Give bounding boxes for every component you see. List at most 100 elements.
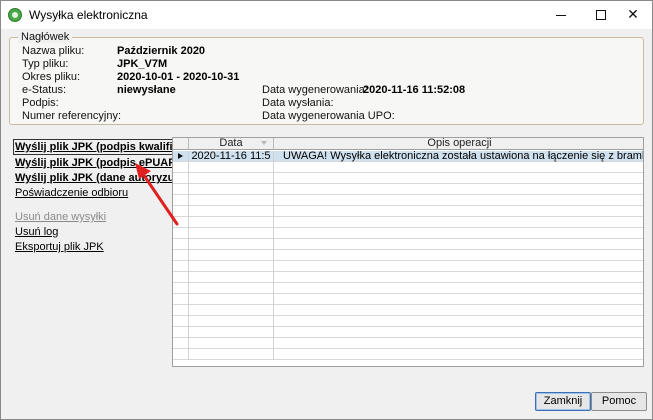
description-cell — [274, 305, 643, 316]
empty-table-row[interactable] — [173, 316, 643, 327]
description-cell — [274, 349, 643, 360]
close-button[interactable]: Zamknij — [535, 392, 591, 411]
file-type-value: JPK_V7M — [117, 58, 168, 70]
description-cell — [274, 261, 643, 272]
date-cell — [189, 283, 274, 294]
date-cell — [189, 195, 274, 206]
empty-table-row[interactable] — [173, 305, 643, 316]
date-cell — [189, 228, 274, 239]
header-legend: Nagłówek — [18, 31, 73, 43]
description-cell — [274, 250, 643, 261]
help-button[interactable]: Pomoc — [591, 392, 647, 411]
description-cell — [274, 228, 643, 239]
date-cell — [189, 162, 274, 173]
row-indicator-cell — [173, 272, 189, 283]
empty-table-row[interactable] — [173, 184, 643, 195]
empty-table-row[interactable] — [173, 338, 643, 349]
empty-table-row[interactable] — [173, 283, 643, 294]
description-cell — [274, 338, 643, 349]
row-indicator-cell — [173, 239, 189, 250]
annotation-arrow — [135, 163, 179, 226]
date-cell — [189, 294, 274, 305]
date-cell — [189, 338, 274, 349]
description-cell — [274, 206, 643, 217]
row-indicator-cell — [173, 316, 189, 327]
date-cell — [189, 206, 274, 217]
close-window-button[interactable]: ✕ — [613, 1, 653, 28]
export-jpk-link[interactable]: Eksportuj plik JPK — [15, 241, 104, 253]
empty-table-row[interactable] — [173, 250, 643, 261]
row-indicator-header — [173, 138, 189, 150]
empty-table-row[interactable] — [173, 173, 643, 184]
operations-grid[interactable]: Data Opis operacji 2020-11-16 11:5 UWAGA!… — [172, 137, 644, 367]
generated-date-value: 2020-11-16 11:52:08 — [363, 84, 466, 96]
file-period-label: Okres pliku: — [22, 71, 81, 83]
empty-table-row[interactable] — [173, 228, 643, 239]
empty-table-row[interactable] — [173, 206, 643, 217]
description-cell: UWAGA! Wysyłka elektroniczna została ust… — [283, 151, 643, 162]
description-cell — [274, 217, 643, 228]
annotation-arrow-shaft — [141, 172, 179, 226]
column-header-opis[interactable]: Opis operacji — [274, 138, 643, 150]
row-indicator-cell — [173, 305, 189, 316]
delete-shipment-data-link: Usuń dane wysyłki — [15, 211, 107, 223]
empty-table-row[interactable] — [173, 195, 643, 206]
maximize-icon — [596, 9, 606, 20]
window-title: Wysyłka elektroniczna — [29, 8, 148, 22]
generated-date-label: Data wygenerowania: — [262, 84, 368, 96]
current-row-icon — [178, 153, 183, 159]
description-cell — [274, 283, 643, 294]
row-indicator-cell — [173, 283, 189, 294]
date-cell — [189, 316, 274, 327]
description-cell — [274, 294, 643, 305]
description-cell — [274, 195, 643, 206]
description-cell — [274, 327, 643, 338]
description-cell — [274, 184, 643, 195]
date-cell — [189, 261, 274, 272]
file-period-value: 2020-10-01 - 2020-10-31 — [117, 71, 240, 83]
date-cell — [189, 184, 274, 195]
file-type-label: Typ pliku: — [22, 58, 69, 70]
date-cell — [189, 272, 274, 283]
row-indicator-cell — [173, 261, 189, 272]
receipt-confirmation-link[interactable]: Poświadczenie odbioru — [15, 187, 128, 199]
empty-table-row[interactable] — [173, 162, 643, 173]
estatus-label: e-Status: — [22, 84, 67, 96]
sort-icon — [261, 141, 267, 145]
description-cell — [274, 272, 643, 283]
dialog-window: Wysyłka elektroniczna ✕ Nagłówek Nazwa p… — [0, 0, 653, 420]
row-indicator-cell — [173, 294, 189, 305]
close-icon: ✕ — [627, 6, 639, 22]
empty-table-row[interactable] — [173, 327, 643, 338]
date-cell — [189, 173, 274, 184]
signature-label: Podpis: — [22, 97, 59, 109]
file-name-value: Październik 2020 — [117, 45, 206, 57]
empty-table-row[interactable] — [173, 349, 643, 360]
file-name-label: Nazwa pliku: — [22, 45, 85, 57]
upo-date-label: Data wygenerowania UPO: — [262, 110, 395, 122]
date-cell — [189, 327, 274, 338]
date-cell — [189, 239, 274, 250]
empty-table-row[interactable] — [173, 217, 643, 228]
description-cell — [274, 173, 643, 184]
minimize-button[interactable] — [541, 1, 581, 28]
table-row[interactable]: 2020-11-16 11:5 UWAGA! Wysyłka elektronic… — [173, 151, 643, 162]
delete-log-link[interactable]: Usuń log — [15, 226, 58, 238]
empty-table-row[interactable] — [173, 239, 643, 250]
date-cell — [189, 349, 274, 360]
header-group: Nagłówek Nazwa pliku: Październik 2020 T… — [9, 31, 644, 125]
grid-header: Data Opis operacji — [173, 138, 643, 150]
column-header-data[interactable]: Data — [189, 138, 274, 150]
empty-table-row[interactable] — [173, 294, 643, 305]
row-indicator-cell — [173, 349, 189, 360]
date-cell — [189, 250, 274, 261]
empty-table-row[interactable] — [173, 272, 643, 283]
sent-date-label: Data wysłania: — [262, 97, 334, 109]
row-indicator-cell — [173, 327, 189, 338]
estatus-value: niewysłane — [117, 84, 176, 96]
reference-number-label: Numer referencyjny: — [22, 110, 122, 122]
row-indicator-cell — [173, 338, 189, 349]
date-cell — [189, 305, 274, 316]
title-bar[interactable]: Wysyłka elektroniczna ✕ — [1, 1, 652, 29]
empty-table-row[interactable] — [173, 261, 643, 272]
